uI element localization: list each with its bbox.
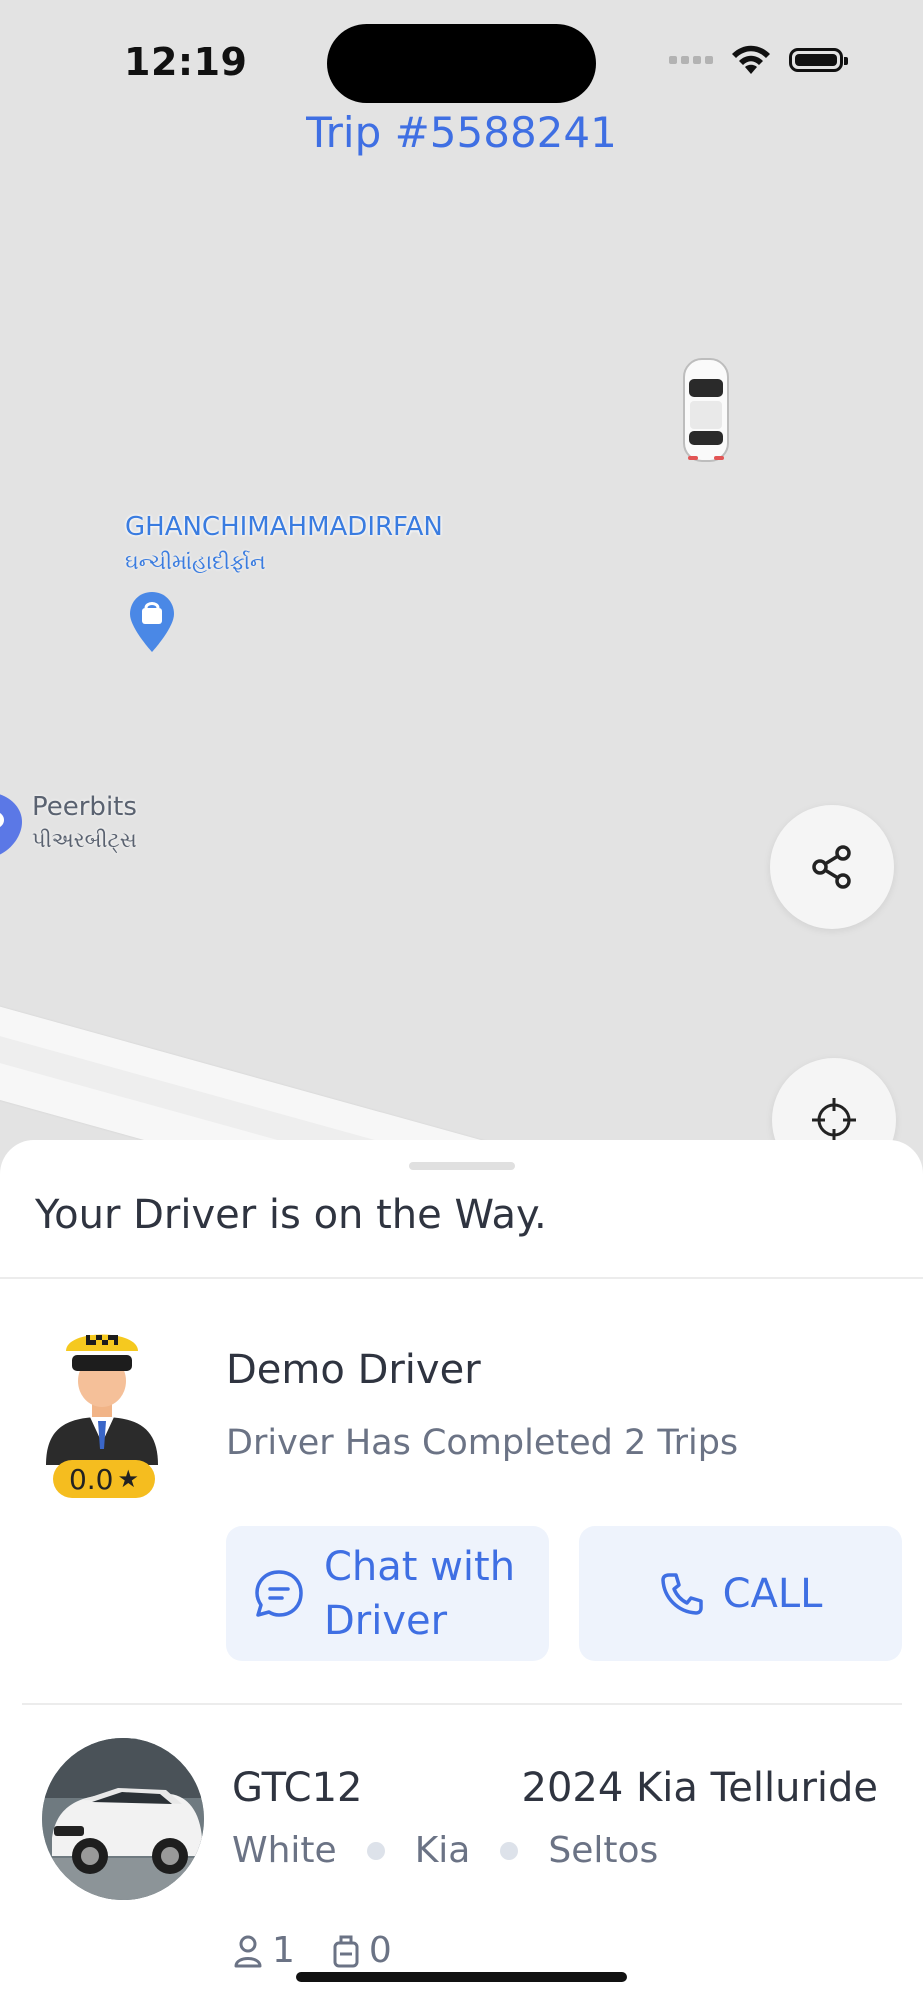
passenger-count: 1 — [272, 1930, 295, 1971]
call-driver-button[interactable]: CALL — [579, 1526, 902, 1661]
chat-bubble-icon — [255, 1569, 303, 1617]
driver-bottom-sheet: Your Driver is on the Way. 0.0 ★ Demo Dr… — [0, 1140, 923, 2000]
wifi-icon — [732, 45, 770, 74]
driver-avatar — [46, 1334, 158, 1465]
person-icon — [234, 1935, 262, 1967]
star-icon: ★ — [117, 1465, 140, 1493]
dynamic-island — [327, 24, 596, 103]
sheet-drag-handle[interactable] — [409, 1162, 515, 1170]
share-button[interactable] — [770, 805, 894, 929]
battery-icon — [789, 48, 848, 72]
status-time: 12:19 — [124, 40, 248, 84]
vehicle-specs: White Kia Seltos — [232, 1830, 658, 1871]
vehicle-photo-image — [42, 1738, 204, 1900]
trip-title: Trip #5588241 — [306, 108, 617, 157]
vehicle-capacity: 1 0 — [232, 1930, 392, 1971]
vehicle-photo — [42, 1738, 204, 1900]
driver-rating-badge: 0.0 ★ — [53, 1460, 155, 1498]
vehicle-plate: GTC12 — [232, 1765, 363, 1811]
poi-secondary-name[interactable]: Peerbits — [32, 792, 137, 822]
shopping-bag-pin-icon[interactable] — [128, 590, 176, 654]
divider — [22, 1703, 902, 1705]
place-pin-icon[interactable] — [0, 790, 24, 860]
crosshair-icon — [812, 1098, 856, 1142]
status-icons — [669, 44, 848, 76]
divider — [0, 1277, 923, 1279]
poi-primary-name[interactable]: GHANCHIMAHMADIRFAN — [125, 512, 443, 542]
driver-name: Demo Driver — [226, 1347, 481, 1393]
phone-icon — [660, 1572, 703, 1615]
call-button-label: CALL — [722, 1570, 823, 1617]
poi-primary-local-name: ઘન્ચીમાંહાદીર્ફાન — [125, 550, 266, 574]
vehicle-color: White — [232, 1830, 337, 1871]
map-view[interactable]: GHANCHIMAHMADIRFAN ઘન્ચીમાંહાદીર્ફાન Pee… — [0, 0, 923, 1160]
driver-rating-value: 0.0 — [68, 1462, 114, 1496]
luggage-count: 0 — [368, 1930, 392, 1971]
vehicle-model: 2024 Kia Telluride — [521, 1765, 878, 1811]
chat-button-label: Chat with Driver — [324, 1543, 516, 1644]
separator-dot — [500, 1841, 519, 1860]
driver-trips-completed: Driver Has Completed 2 Trips — [226, 1423, 739, 1463]
cellular-signal-icon — [669, 56, 713, 64]
chat-with-driver-button[interactable]: Chat with Driver — [226, 1526, 549, 1661]
vehicle-variant: Seltos — [548, 1830, 659, 1871]
home-indicator[interactable] — [296, 1972, 627, 1982]
vehicle-make: Kia — [414, 1830, 471, 1871]
driver-car-marker-icon — [683, 358, 729, 462]
separator-dot — [366, 1841, 385, 1860]
luggage-icon — [333, 1935, 359, 1967]
share-icon — [812, 845, 851, 889]
sheet-title: Your Driver is on the Way. — [35, 1192, 547, 1238]
poi-secondary-local-name: પીઅરબીટ્સ — [32, 828, 137, 852]
